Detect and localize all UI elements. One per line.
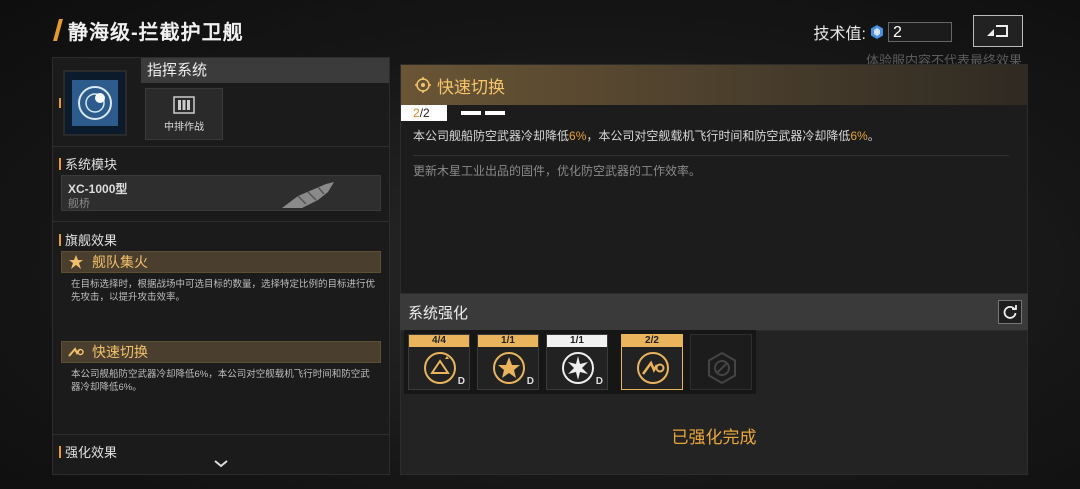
- command-system-icon: [72, 80, 118, 126]
- divider: [53, 221, 389, 222]
- skill-header: 快速切换: [401, 65, 1027, 105]
- formation-icon: [173, 95, 195, 114]
- system-title: 指挥系统: [141, 58, 389, 83]
- fleet-fire-icon: [69, 255, 83, 269]
- level-pip: [485, 111, 505, 115]
- back-button[interactable]: [973, 15, 1023, 47]
- level-pip: [461, 111, 481, 115]
- tech-hex-icon: [871, 25, 883, 39]
- divider: [413, 155, 1009, 156]
- effect-description: 在目标选择时，根据战场中可选目标的数量，选择特定比例的目标进行优先攻击，以提升攻…: [71, 279, 376, 303]
- left-info-panel: 指挥系统 中排作战 系统模块 XC-1000型 舰桥 旗舰效果 舰队集火 在目标…: [52, 57, 390, 475]
- fleet-fire-icon: [493, 352, 525, 384]
- desc-text: 本公司舰船防空武器冷却降低: [413, 129, 570, 143]
- selected-marker: [59, 98, 61, 108]
- skill-level: 2/2: [413, 105, 430, 121]
- desc-highlight: 6%: [850, 129, 868, 143]
- enhance-title: 系统强化: [408, 304, 469, 322]
- flagship-section-heading: 旗舰效果: [59, 230, 117, 249]
- enhance-slot[interactable]: 4/4 D: [408, 334, 470, 390]
- flagship-effect-quick-switch[interactable]: 快速切换: [61, 341, 381, 363]
- quick-switch-icon: [637, 352, 669, 384]
- slot-level: 2/2: [622, 335, 682, 347]
- enhance-complete-status: 已强化完成: [671, 428, 757, 447]
- divider: [53, 146, 389, 147]
- refresh-icon: [1003, 305, 1017, 319]
- enhance-slot[interactable]: 1/1 D: [546, 334, 608, 390]
- divider: [53, 434, 389, 435]
- desc-text: ，本公司对空舰载机飞行时间和防空武器冷却降低: [586, 129, 851, 143]
- enhance-slot[interactable]: 1/1 D: [477, 334, 539, 390]
- mid-row-label: 中排作战: [164, 121, 204, 133]
- enhance-slot-locked[interactable]: [690, 334, 752, 390]
- slot-grade: D: [457, 376, 465, 387]
- skill-name: 快速切换: [437, 77, 505, 97]
- flagship-effect-fleet-fire[interactable]: 舰队集火: [61, 251, 381, 273]
- enhance-header: 系统强化: [400, 294, 1028, 330]
- return-icon: [987, 25, 1008, 37]
- skill-level-current: 2: [413, 106, 420, 120]
- slot-level: 1/1: [478, 335, 538, 347]
- mid-row-combat-button[interactable]: 中排作战: [145, 88, 223, 140]
- bridge-module-icon: [282, 182, 334, 208]
- page-title: 静海级-拦截护卫舰: [68, 21, 244, 44]
- target-icon: [415, 77, 431, 93]
- desc-text: 。: [867, 129, 880, 143]
- effect-name: 舰队集火: [92, 254, 148, 270]
- tech-value: 2: [888, 22, 952, 42]
- module-card[interactable]: XC-1000型 舰桥: [61, 175, 381, 211]
- slot-level: 1/1: [547, 335, 607, 347]
- module-section-heading: 系统模块: [59, 154, 117, 173]
- slot-grade: D: [595, 376, 603, 387]
- skill-level-total: /2: [419, 106, 430, 120]
- desc-highlight: 6%: [569, 129, 587, 143]
- enhance-slot-selected[interactable]: 2/2: [621, 334, 683, 390]
- locked-slot-icon: [708, 351, 736, 385]
- system-icon-frame[interactable]: [59, 70, 127, 136]
- refresh-button[interactable]: [998, 300, 1022, 324]
- enhance-section-heading: 强化效果: [59, 442, 117, 461]
- tech-label: 技术值:: [813, 26, 866, 43]
- effect-description: 本公司舰船防空武器冷却降低6%，本公司对空舰载机飞行时间和防空武器冷却降低6%。: [71, 369, 370, 393]
- burst-icon: [562, 352, 594, 384]
- skill-flavor-text: 更新木星工业出品的固件，优化防空武器的工作效率。: [413, 164, 702, 178]
- slot-grade: D: [526, 376, 534, 387]
- scroll-down-chevron-icon[interactable]: [213, 458, 229, 472]
- quick-switch-icon: [68, 347, 84, 357]
- skill-detail-panel: 快速切换 2/2 本公司舰船防空武器冷却降低6%，本公司对空舰载机飞行时间和防空…: [400, 64, 1028, 294]
- page-title-bar: 静海级-拦截护卫舰: [53, 14, 244, 46]
- effect-name: 快速切换: [92, 344, 148, 360]
- ship-upgrade-icon: [424, 352, 456, 384]
- slot-level: 4/4: [409, 335, 469, 347]
- skill-description: 本公司舰船防空武器冷却降低6%，本公司对空舰载机飞行时间和防空武器冷却降低6%。: [413, 127, 1013, 144]
- module-subtitle: 舰桥: [68, 198, 90, 210]
- tech-value-display: 技术值: 2: [814, 20, 952, 44]
- skill-level-bar: 2/2: [401, 105, 1027, 121]
